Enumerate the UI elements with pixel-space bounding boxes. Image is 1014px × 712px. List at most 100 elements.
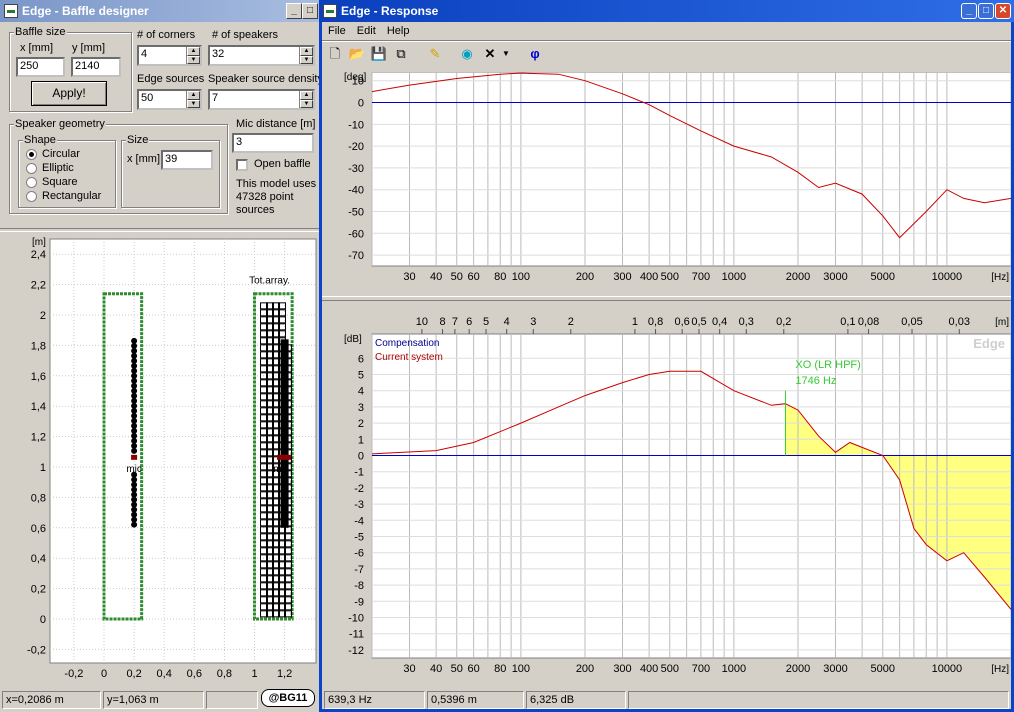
shape-radio-square[interactable]: [26, 177, 37, 188]
wavelength-tick: 0,03: [949, 316, 970, 328]
shape-label-square[interactable]: Square: [42, 176, 77, 188]
corners-spinner[interactable]: ▲ ▼: [186, 47, 200, 64]
phase-y-unit: [deg]: [344, 72, 366, 83]
phase-y-tick: -50: [348, 207, 364, 219]
mag-y-tick: 2: [358, 418, 364, 430]
baffle-x-tick: 0: [101, 668, 107, 680]
save-icon[interactable]: 💾: [369, 44, 389, 64]
menu-edit[interactable]: Edit: [353, 23, 380, 39]
model-info-line3: sources: [236, 204, 275, 216]
baffle-x-input[interactable]: 250: [16, 57, 65, 77]
magnitude-plot[interactable]: 6543210-1-2-3-4-5-6-7-8-9-10-11-1230 40 50…: [322, 300, 1011, 688]
globe-icon[interactable]: ◉: [457, 44, 477, 64]
baffle-y-tick: 1: [40, 462, 46, 474]
open-baffle-checkbox[interactable]: [236, 159, 248, 171]
mag-x-tick: 2000: [786, 663, 810, 675]
shape-radio-elliptic[interactable]: [26, 163, 37, 174]
menu-help[interactable]: Help: [383, 23, 414, 39]
open-baffle-label[interactable]: Open baffle: [254, 158, 311, 170]
shape-radio-rectangular[interactable]: [26, 191, 37, 202]
close-icon[interactable]: ✕: [995, 3, 1011, 19]
speaker-dot: [131, 521, 138, 528]
maximize-icon[interactable]: □: [978, 3, 994, 19]
pencil-icon[interactable]: ✎: [425, 44, 445, 64]
baffle-plot[interactable]: 2,4 2,2 2 1,8 1,6 1,4 1,2 1 0,8 0,6 0,4 0,2 0 -0,2 -0,…: [0, 231, 319, 691]
phase-x-tick: 300: [613, 271, 631, 283]
delete-icon[interactable]: ✕: [480, 44, 500, 64]
baffle-titlebar[interactable]: Edge - Baffle designer _ □: [0, 0, 319, 22]
baffle-x-tick: -0,2: [64, 668, 83, 680]
phase-plot[interactable]: 100-10-20-30-40-50-60-7030 40 50 60 80 100 200…: [322, 72, 1011, 294]
mag-y-tick: -1: [354, 467, 364, 479]
mag-x-tick: 700: [692, 663, 710, 675]
edge-sources-label: Edge sources: [137, 73, 205, 85]
bg11-badge: @BG11: [261, 689, 315, 707]
model-info-line1: This model uses: [236, 178, 317, 190]
mic-distance-input[interactable]: 3: [232, 133, 314, 153]
phase-x-tick: 2000: [786, 271, 810, 283]
mic-marker: [131, 454, 138, 460]
wavelength-tick: 0,6: [675, 316, 690, 328]
mag-y-tick: 5: [358, 370, 364, 382]
mag-x-tick: 3000: [823, 663, 847, 675]
mag-x-tick: 100: [512, 663, 530, 675]
mag-y-tick: -10: [348, 613, 364, 625]
size-label: Size: [126, 134, 150, 146]
phase-y-tick: -70: [348, 250, 364, 262]
copy-icon[interactable]: ⧉: [391, 44, 411, 64]
speakers-spinner[interactable]: ▲ ▼: [299, 47, 313, 64]
mag-x-tick: 200: [576, 663, 594, 675]
shape-label-rectangular[interactable]: Rectangular: [42, 190, 101, 202]
mag-x-tick: 40: [430, 663, 442, 675]
response-status-level: 6,325 dB: [526, 691, 626, 709]
shape-radio-circular[interactable]: [26, 149, 37, 160]
wavelength-tick: 7: [452, 316, 458, 328]
edge-sources-spinner[interactable]: ▲ ▼: [186, 91, 200, 108]
maximize-icon[interactable]: □: [302, 3, 318, 19]
mag-y-tick: -6: [354, 548, 364, 560]
phase-y-tick: -30: [348, 163, 364, 175]
shape-label-elliptic[interactable]: Elliptic: [42, 162, 74, 174]
response-titlebar[interactable]: Edge - Response _ □ ✕: [319, 0, 1014, 22]
wavelength-tick: 0,4: [712, 316, 727, 328]
total-array-label: Tot.array.: [249, 276, 290, 287]
baffle-y-tick: 1,8: [31, 340, 46, 352]
menu-file[interactable]: File: [324, 23, 350, 39]
toolbar-separator: [322, 40, 1011, 42]
mag-y-tick: -12: [348, 645, 364, 657]
wavelength-tick: 8: [439, 316, 445, 328]
mag-x-tick: 60: [468, 663, 480, 675]
wavelength-tick: 4: [504, 316, 510, 328]
phase-x-tick: 5000: [871, 271, 895, 283]
mag-y-tick: -11: [349, 629, 364, 641]
phase-x-tick: 1000: [722, 271, 746, 283]
wavelength-tick: 6: [466, 316, 472, 328]
xo-frequency-label: 1746 Hz: [795, 375, 836, 387]
mag-x-tick: 300: [613, 663, 631, 675]
response-window-title: Edge - Response: [341, 4, 439, 18]
mag-x-tick: 10000: [932, 663, 963, 675]
baffle-x-tick: 0,2: [126, 668, 141, 680]
size-x-input[interactable]: 39: [161, 150, 213, 170]
shape-label-circular[interactable]: Circular: [42, 148, 80, 160]
mag-y-tick: 3: [358, 402, 364, 414]
open-icon[interactable]: 📂: [347, 44, 367, 64]
phase-x-tick: 700: [692, 271, 710, 283]
baffle-status-blank: [206, 691, 258, 709]
phi-icon[interactable]: φ: [525, 44, 545, 64]
baffle-y-tick: 0,4: [31, 553, 46, 565]
apply-button[interactable]: Apply!: [31, 81, 107, 106]
phase-y-tick: -10: [348, 119, 364, 131]
baffle-y-tick: -0,2: [27, 644, 46, 656]
dropdown-arrow-icon[interactable]: ▼: [500, 44, 512, 64]
wavelength-tick: 0,05: [901, 316, 922, 328]
baffle-y-input[interactable]: 2140: [71, 57, 121, 77]
phase-y-tick: -40: [348, 185, 364, 197]
minimize-icon[interactable]: _: [286, 3, 302, 19]
shape-label: Shape: [23, 134, 57, 146]
baffle-x-tick: 0,8: [217, 668, 232, 680]
new-icon[interactable]: 🗋: [325, 44, 345, 64]
wavelength-tick: 0,8: [648, 316, 663, 328]
minimize-icon[interactable]: _: [961, 3, 977, 19]
speaker-density-spinner[interactable]: ▲ ▼: [299, 91, 313, 108]
